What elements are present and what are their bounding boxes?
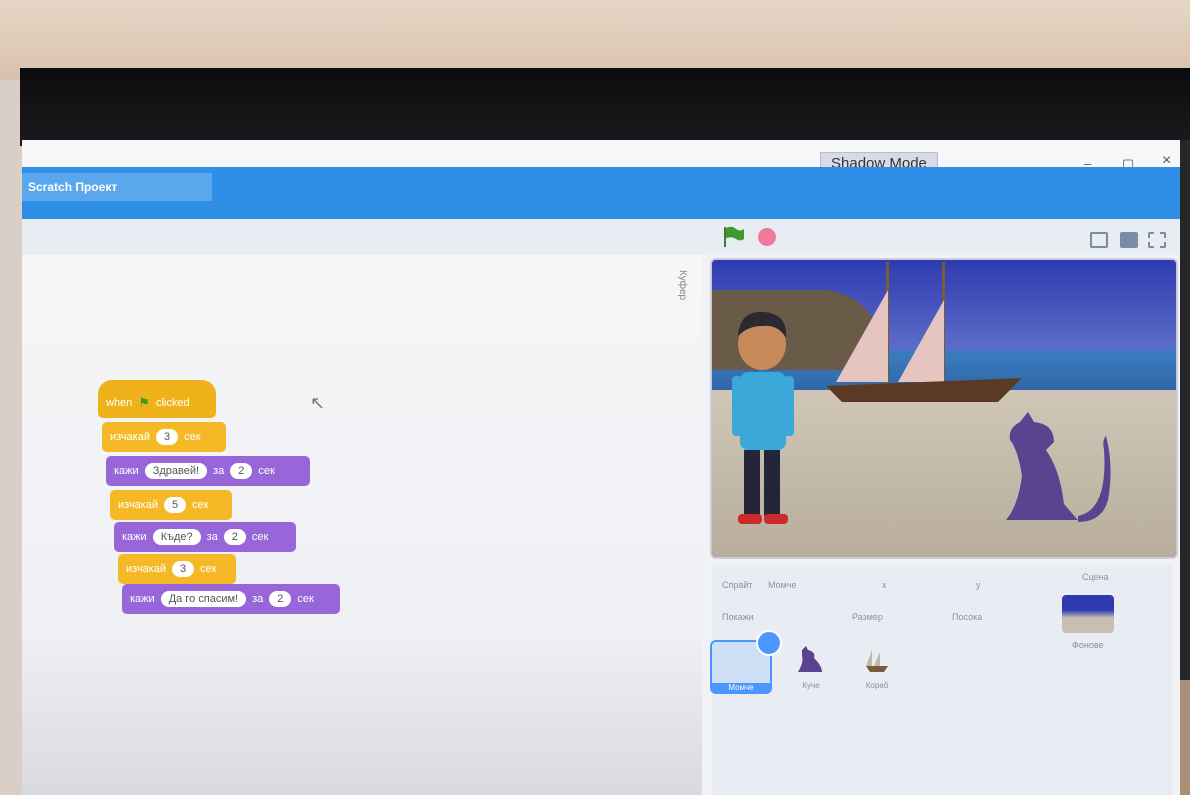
block-text: изчакай [126, 563, 166, 575]
block-text: сек [200, 563, 217, 575]
sprite-label: Спрайт [722, 580, 753, 590]
size-label: Размер [852, 612, 883, 622]
mouse-cursor-icon: ↖ [310, 393, 326, 413]
ship-thumb-icon [866, 650, 888, 672]
when-flag-clicked-block[interactable]: when ⚑ clicked [98, 380, 216, 418]
block-text: за [213, 465, 225, 477]
ship-sprite[interactable] [822, 260, 1032, 405]
title-bar: Shadow Mode – ▢ × [22, 140, 1180, 175]
backdrops-label: Фонове [1072, 640, 1104, 650]
message-input[interactable]: Къде? [152, 529, 201, 545]
wait-block[interactable]: изчакай 3 сек [118, 554, 236, 584]
stage-backdrop-thumb[interactable] [1062, 595, 1114, 633]
menu-bar: Scratch Проект [22, 167, 1180, 219]
block-text: кажи [130, 593, 155, 605]
project-title-field[interactable]: Scratch Проект [22, 173, 212, 201]
seconds-input[interactable]: 2 [269, 591, 292, 607]
y-label: y [976, 580, 981, 590]
block-text: кажи [114, 465, 139, 477]
delete-sprite-icon[interactable] [756, 630, 782, 656]
sprite-thumb-dog[interactable]: Куче [782, 640, 840, 690]
say-for-secs-block[interactable]: кажи Здравей! за 2 сек [106, 456, 310, 486]
sprite-thumb-label: Куче [802, 681, 820, 690]
block-text: when [106, 397, 133, 409]
green-flag-icon[interactable] [722, 226, 746, 248]
sprite-name-field[interactable]: Момче [768, 580, 797, 590]
monitor-bezel [20, 68, 1190, 146]
sprite-thumb-ship[interactable]: Кораб [848, 640, 906, 690]
seconds-input[interactable]: 3 [172, 561, 195, 577]
sprite-thumb-label: Момче [712, 683, 770, 692]
stop-button[interactable] [758, 228, 776, 246]
block-text: кажи [122, 531, 147, 543]
block-text: сек [297, 593, 314, 605]
stage-toolbar [22, 219, 1180, 255]
block-text: изчакай [110, 431, 150, 443]
fullscreen-button[interactable] [1148, 232, 1166, 248]
wait-block[interactable]: изчакай 5 сек [110, 490, 232, 520]
seconds-input[interactable]: 3 [156, 429, 179, 445]
say-for-secs-block[interactable]: кажи Да го спасим! за 2 сек [122, 584, 340, 614]
block-text: за [252, 593, 264, 605]
seconds-input[interactable]: 5 [164, 497, 187, 513]
block-text: сек [258, 465, 275, 477]
show-label: Покажи [722, 612, 754, 622]
block-text: сек [251, 531, 269, 543]
normal-stage-button[interactable] [1120, 232, 1138, 248]
flag-icon: ⚑ [138, 395, 150, 410]
dog-thumb-icon [798, 646, 822, 672]
backpack-label[interactable]: Куфер [677, 270, 688, 300]
small-stage-button[interactable] [1090, 232, 1108, 248]
block-text: clicked [155, 397, 190, 409]
block-text: сек [192, 499, 209, 511]
block-text: изчакай [118, 499, 158, 511]
x-label: x [882, 580, 887, 590]
message-input[interactable]: Да го спасим! [160, 591, 247, 607]
wait-block[interactable]: изчакай 3 сек [102, 422, 226, 452]
direction-label: Посока [952, 612, 983, 622]
scratch-window: Shadow Mode – ▢ × Scratch Проект Куфер ↖… [22, 140, 1180, 795]
stage-label: Сцена [1082, 572, 1109, 582]
block-text: сек [184, 431, 201, 443]
dog-sprite[interactable] [998, 410, 1118, 530]
seconds-input[interactable]: 2 [230, 463, 253, 479]
stage[interactable] [710, 258, 1178, 559]
say-for-secs-block[interactable]: кажи Къде? за 2 сек [114, 522, 296, 552]
block-text: за [206, 531, 218, 543]
seconds-input[interactable]: 2 [223, 529, 246, 545]
boy-sprite[interactable] [728, 304, 798, 534]
sprite-thumb-label: Кораб [865, 681, 889, 690]
message-input[interactable]: Здравей! [144, 463, 208, 479]
